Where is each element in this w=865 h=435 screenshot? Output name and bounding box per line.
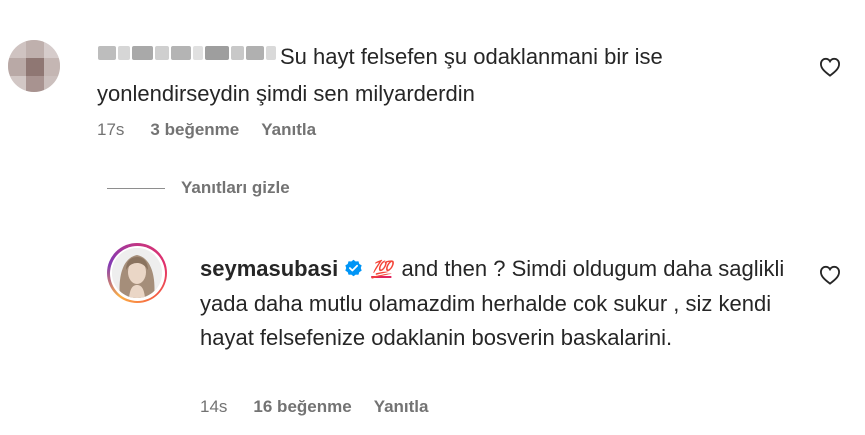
heart-icon[interactable] bbox=[819, 57, 841, 77]
replies-divider bbox=[107, 187, 165, 189]
hide-replies-button[interactable]: Yanıtları gizle bbox=[107, 178, 290, 198]
reply-author-avatar[interactable] bbox=[107, 243, 167, 303]
hide-replies-label: Yanıtları gizle bbox=[181, 178, 290, 197]
reply-likes-count[interactable]: 16 beğenme bbox=[253, 397, 351, 417]
commenter-avatar[interactable] bbox=[8, 40, 60, 92]
reply-body: seymasubasi 💯 and then ? Simdi oldugum d… bbox=[200, 252, 790, 355]
avatar-image bbox=[112, 248, 162, 298]
comment-time[interactable]: 17s bbox=[97, 120, 124, 140]
comment-likes-count[interactable]: 3 beğenme bbox=[150, 120, 239, 140]
reply-username[interactable]: seymasubasi bbox=[200, 256, 338, 281]
hundred-points-emoji: 💯 bbox=[371, 260, 392, 279]
comments-panel: Su hayt felsefen şu odaklanmani bir ise … bbox=[0, 0, 865, 435]
comment-meta: 17s 3 beğenme Yanıtla bbox=[97, 120, 316, 140]
verified-badge-icon bbox=[344, 259, 363, 278]
reply-meta: 14s 16 beğenme Yanıtla bbox=[200, 397, 429, 417]
reply-time[interactable]: 14s bbox=[200, 397, 227, 417]
comment-text: Su hayt felsefen şu odaklanmani bir ise … bbox=[97, 44, 663, 106]
heart-icon[interactable] bbox=[819, 265, 841, 285]
reply-button[interactable]: Yanıtla bbox=[261, 120, 316, 140]
avatar-ring-gap bbox=[109, 245, 165, 301]
reply-button[interactable]: Yanıtla bbox=[374, 397, 429, 417]
